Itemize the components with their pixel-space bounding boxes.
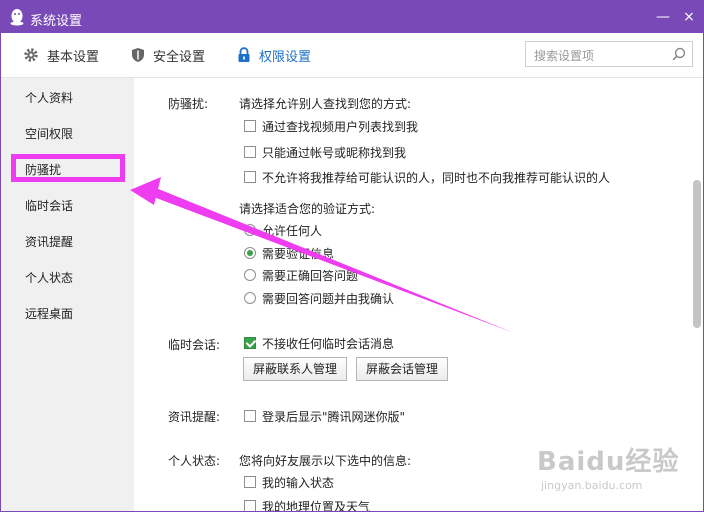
watermark-url: jingyan.baidu.com	[541, 479, 643, 492]
watermark-brand: Baidu经验	[537, 447, 680, 477]
annotation-arrow	[130, 177, 514, 333]
baidu-jingyan-watermark: Baidu经验 jingyan.baidu.com	[537, 441, 679, 492]
settings-window: 系统设置 — × 基本设置 安全设置 权限设置 搜索设置项 个人资料 空间权限 …	[0, 0, 704, 512]
